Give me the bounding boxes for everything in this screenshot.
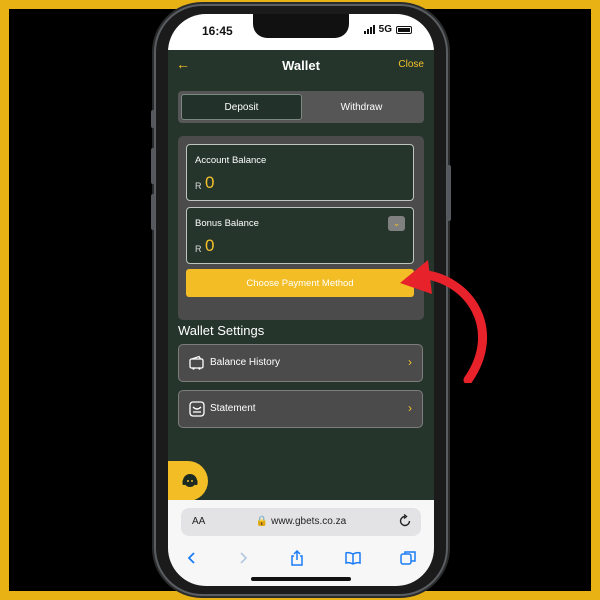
lock-icon: 🔒 xyxy=(255,516,269,527)
wallet-card-icon xyxy=(189,355,204,370)
chevron-right-icon: › xyxy=(408,401,412,415)
bonus-balance-label: Bonus Balance xyxy=(195,218,259,229)
account-balance-amount: 0 xyxy=(205,173,215,192)
statement-icon xyxy=(189,401,205,417)
app-header: ← Wallet Close xyxy=(168,50,434,80)
page-title: Wallet xyxy=(282,58,320,73)
account-balance-label: Account Balance xyxy=(195,155,267,166)
tab-withdraw[interactable]: Withdraw xyxy=(302,94,421,120)
headset-icon xyxy=(182,474,198,487)
url-display: 🔒 www.gbets.co.za xyxy=(181,516,421,527)
bonus-balance-currency: R xyxy=(195,244,202,254)
power-button xyxy=(447,165,451,221)
home-indicator xyxy=(251,577,351,581)
deposit-withdraw-tabs: Deposit Withdraw xyxy=(178,91,424,123)
red-pointer-arrow-icon xyxy=(400,260,488,383)
wallet-card: Account Balance R 0 Bonus Balance ⌄ R 0 … xyxy=(178,136,424,320)
url-text: www.gbets.co.za xyxy=(271,516,347,527)
forward-icon[interactable] xyxy=(232,547,254,569)
choose-payment-method-button[interactable]: Choose Payment Method xyxy=(186,269,414,297)
share-icon[interactable] xyxy=(286,547,308,569)
browser-nav xyxy=(168,547,434,571)
bookmarks-icon[interactable] xyxy=(342,547,364,569)
network-label: 5G xyxy=(378,24,392,35)
camera-notch xyxy=(253,14,349,38)
back-icon[interactable] xyxy=(181,547,203,569)
status-time: 16:45 xyxy=(202,24,233,38)
balance-history-row[interactable]: Balance History › xyxy=(178,344,423,382)
account-balance-currency: R xyxy=(195,181,202,191)
silent-switch xyxy=(151,110,155,128)
tabs-icon[interactable] xyxy=(397,547,419,569)
support-chat-button[interactable] xyxy=(168,461,208,501)
tab-deposit[interactable]: Deposit xyxy=(181,94,302,120)
signal-icon xyxy=(363,25,375,34)
bonus-balance-amount: 0 xyxy=(205,236,215,255)
status-indicators: 5G xyxy=(363,24,412,35)
close-button[interactable]: Close xyxy=(398,59,424,70)
browser-toolbar: AA 🔒 www.gbets.co.za xyxy=(168,500,434,586)
battery-icon xyxy=(396,25,412,34)
reload-icon[interactable] xyxy=(397,513,413,529)
chevron-down-icon[interactable]: ⌄ xyxy=(388,216,405,231)
statement-row[interactable]: Statement › xyxy=(178,390,423,428)
phone-screen: 16:45 5G ← Wallet Close Deposit Withdraw… xyxy=(168,14,434,586)
balance-history-label: Balance History xyxy=(210,357,281,368)
volume-up-button xyxy=(151,148,155,184)
volume-down-button xyxy=(151,194,155,230)
address-bar[interactable]: AA 🔒 www.gbets.co.za xyxy=(181,508,421,536)
account-balance-box: Account Balance R 0 xyxy=(186,144,414,201)
wallet-settings-title: Wallet Settings xyxy=(178,323,265,338)
statement-label: Statement xyxy=(210,403,256,414)
status-bar: 16:45 5G xyxy=(168,14,434,50)
bonus-balance-box: Bonus Balance ⌄ R 0 xyxy=(186,207,414,264)
